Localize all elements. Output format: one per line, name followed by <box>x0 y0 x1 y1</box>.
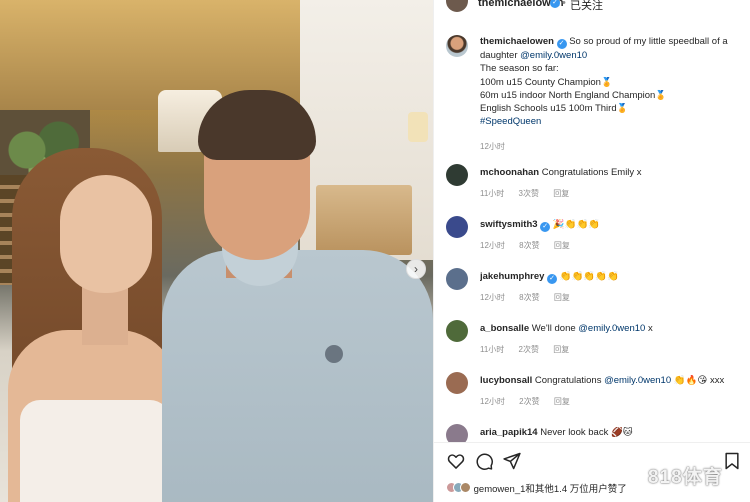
comment-body: 👏👏👏👏👏 <box>559 271 619 282</box>
comment-meta: 11小时 3次赞 回复 <box>480 188 581 199</box>
comment-body: We'll done <box>531 323 576 334</box>
comment-meta: 12小时 8次赞 回复 <box>480 292 582 303</box>
comment-likes[interactable]: 8次赞 <box>519 293 539 302</box>
caption-username[interactable]: themichaelowen <box>480 36 554 47</box>
post-header: themichaelowen ✓ • 已关注 <box>434 0 750 14</box>
medal-icon: 🏅 <box>655 89 667 100</box>
comment-item: lucybonsall Congratulations @emily.0wen1… <box>434 372 750 424</box>
chevron-right-icon: › <box>414 262 418 276</box>
girl-face <box>60 175 152 293</box>
comment-meta: 12小时 2次赞 回复 <box>480 396 582 407</box>
next-photo-button[interactable]: › <box>406 259 426 279</box>
comment-meta: 11小时 2次赞 回复 <box>480 344 581 355</box>
comment-body: Congratulations Emily x <box>541 167 642 178</box>
comment-meta: 12小时 8次赞 回复 <box>480 240 582 251</box>
comment-text: mchoonahan Congratulations Emily x <box>480 167 740 179</box>
reply-button[interactable]: 回复 <box>553 345 569 354</box>
comment-item: mchoonahan Congratulations Emily x 11小时 … <box>434 164 750 216</box>
post-caption: themichaelowen ✓ So so proud of my littl… <box>480 35 740 153</box>
verified-icon: ✓ <box>540 222 551 232</box>
comment-username[interactable]: swiftysmith3 <box>480 219 538 230</box>
comment-body-suffix: x <box>647 323 653 334</box>
shirt-logo <box>325 345 343 363</box>
reply-button[interactable]: 回复 <box>554 241 570 250</box>
comment-body-suffix: 👏🔥😘 xxx <box>673 375 725 386</box>
caption-hashtag[interactable]: #SpeedQueen <box>480 115 740 128</box>
comment-avatar[interactable] <box>446 424 468 442</box>
comment-username[interactable]: aria_papik14 <box>480 427 538 438</box>
verified-icon: ✓ <box>556 39 567 49</box>
caption-line: 100m u15 County Champion <box>480 76 601 88</box>
comment-text: lucybonsall Congratulations @emily.0wen1… <box>480 375 740 387</box>
comment-avatar[interactable] <box>446 372 468 394</box>
comment-likes[interactable]: 2次赞 <box>519 345 539 354</box>
reply-button[interactable]: 回复 <box>554 293 570 302</box>
caption-line: 60m u15 indoor North England Champion <box>480 89 656 101</box>
comment-time: 12小时 <box>480 397 505 406</box>
caption-line: English Schools u15 100m Third <box>480 103 617 115</box>
comment-text: aria_papik14 Never look back 🏈🐱 <box>480 427 740 439</box>
comment-username[interactable]: mchoonahan <box>480 167 539 178</box>
comment-item: swiftysmith3 ✓ 🎉👏👏👏 12小时 8次赞 回复 <box>434 216 750 268</box>
comment-avatar[interactable] <box>446 320 468 342</box>
comment-item: a_bonsalle We'll done @emily.0wen10 x 11… <box>434 320 750 372</box>
heart-icon[interactable] <box>446 451 466 471</box>
share-icon[interactable] <box>502 451 522 471</box>
comment-time: 12小时 <box>480 293 505 302</box>
comment-text: a_bonsalle We'll done @emily.0wen10 x <box>480 323 740 335</box>
comment-item: jakehumphrey ✓ 👏👏👏👏👏 12小时 8次赞 回复 <box>434 268 750 320</box>
comment-likes[interactable]: 3次赞 <box>519 189 539 198</box>
comment-text: swiftysmith3 ✓ 🎉👏👏👏 <box>480 219 740 232</box>
comment-time: 12小时 <box>480 241 505 250</box>
comment-body: Congratulations <box>534 375 602 386</box>
comment-time: 11小时 <box>480 345 505 354</box>
header-separator: • <box>562 0 566 9</box>
comment-mention[interactable]: @emily.0wen10 <box>578 323 645 334</box>
caption-line: The season so far: <box>480 63 559 75</box>
photo-lamp-small <box>408 112 428 142</box>
likers-avatars <box>446 482 471 496</box>
caption-time: 12小时 <box>480 141 505 151</box>
comment-avatar[interactable] <box>446 268 468 290</box>
bookmark-icon[interactable] <box>722 451 742 471</box>
post-sidebar: themichaelowen ✓ • 已关注 themichaelowen ✓ … <box>433 0 750 502</box>
comment-username[interactable]: lucybonsall <box>480 375 532 386</box>
comment-username[interactable]: jakehumphrey <box>480 271 544 282</box>
photo-cabinet <box>316 185 412 255</box>
comment-username[interactable]: a_bonsalle <box>480 323 529 334</box>
follow-button[interactable]: 已关注 <box>570 0 603 13</box>
watermark: 818体育 <box>648 467 723 488</box>
comment-avatar[interactable] <box>446 164 468 186</box>
caption-mention[interactable]: @emily.0wen10 <box>520 50 587 61</box>
comment-mention[interactable]: @emily.0wen10 <box>604 375 671 386</box>
reply-button[interactable]: 回复 <box>554 397 570 406</box>
likes-summary[interactable]: gemowen_1和其他1.4 万位用户赞了 <box>446 481 627 496</box>
comment-time: 11小时 <box>480 189 505 198</box>
author-avatar[interactable] <box>446 0 468 12</box>
man-shirt <box>162 250 433 502</box>
comment-item: aria_papik14 Never look back 🏈🐱 <box>434 424 750 442</box>
comment-likes[interactable]: 8次赞 <box>519 241 539 250</box>
girl-neck <box>82 285 128 345</box>
comment-body: 🎉👏👏👏 <box>552 219 601 230</box>
verified-icon: ✓ <box>547 274 558 284</box>
comment-icon[interactable] <box>474 451 494 471</box>
comment-avatar[interactable] <box>446 216 468 238</box>
reply-button[interactable]: 回复 <box>553 189 569 198</box>
medal-icon: 🏅 <box>600 76 613 87</box>
comment-likes[interactable]: 2次赞 <box>519 397 539 406</box>
girl-top <box>20 400 170 502</box>
comment-body: Never look back 🏈🐱 <box>540 427 633 438</box>
comment-text: jakehumphrey ✓ 👏👏👏👏👏 <box>480 271 740 284</box>
post-photo: › <box>0 0 433 502</box>
caption-avatar[interactable] <box>446 35 468 57</box>
likes-text: gemowen_1和其他1.4 万位用户赞了 <box>473 484 627 495</box>
medal-icon: 🏅 <box>616 103 628 114</box>
